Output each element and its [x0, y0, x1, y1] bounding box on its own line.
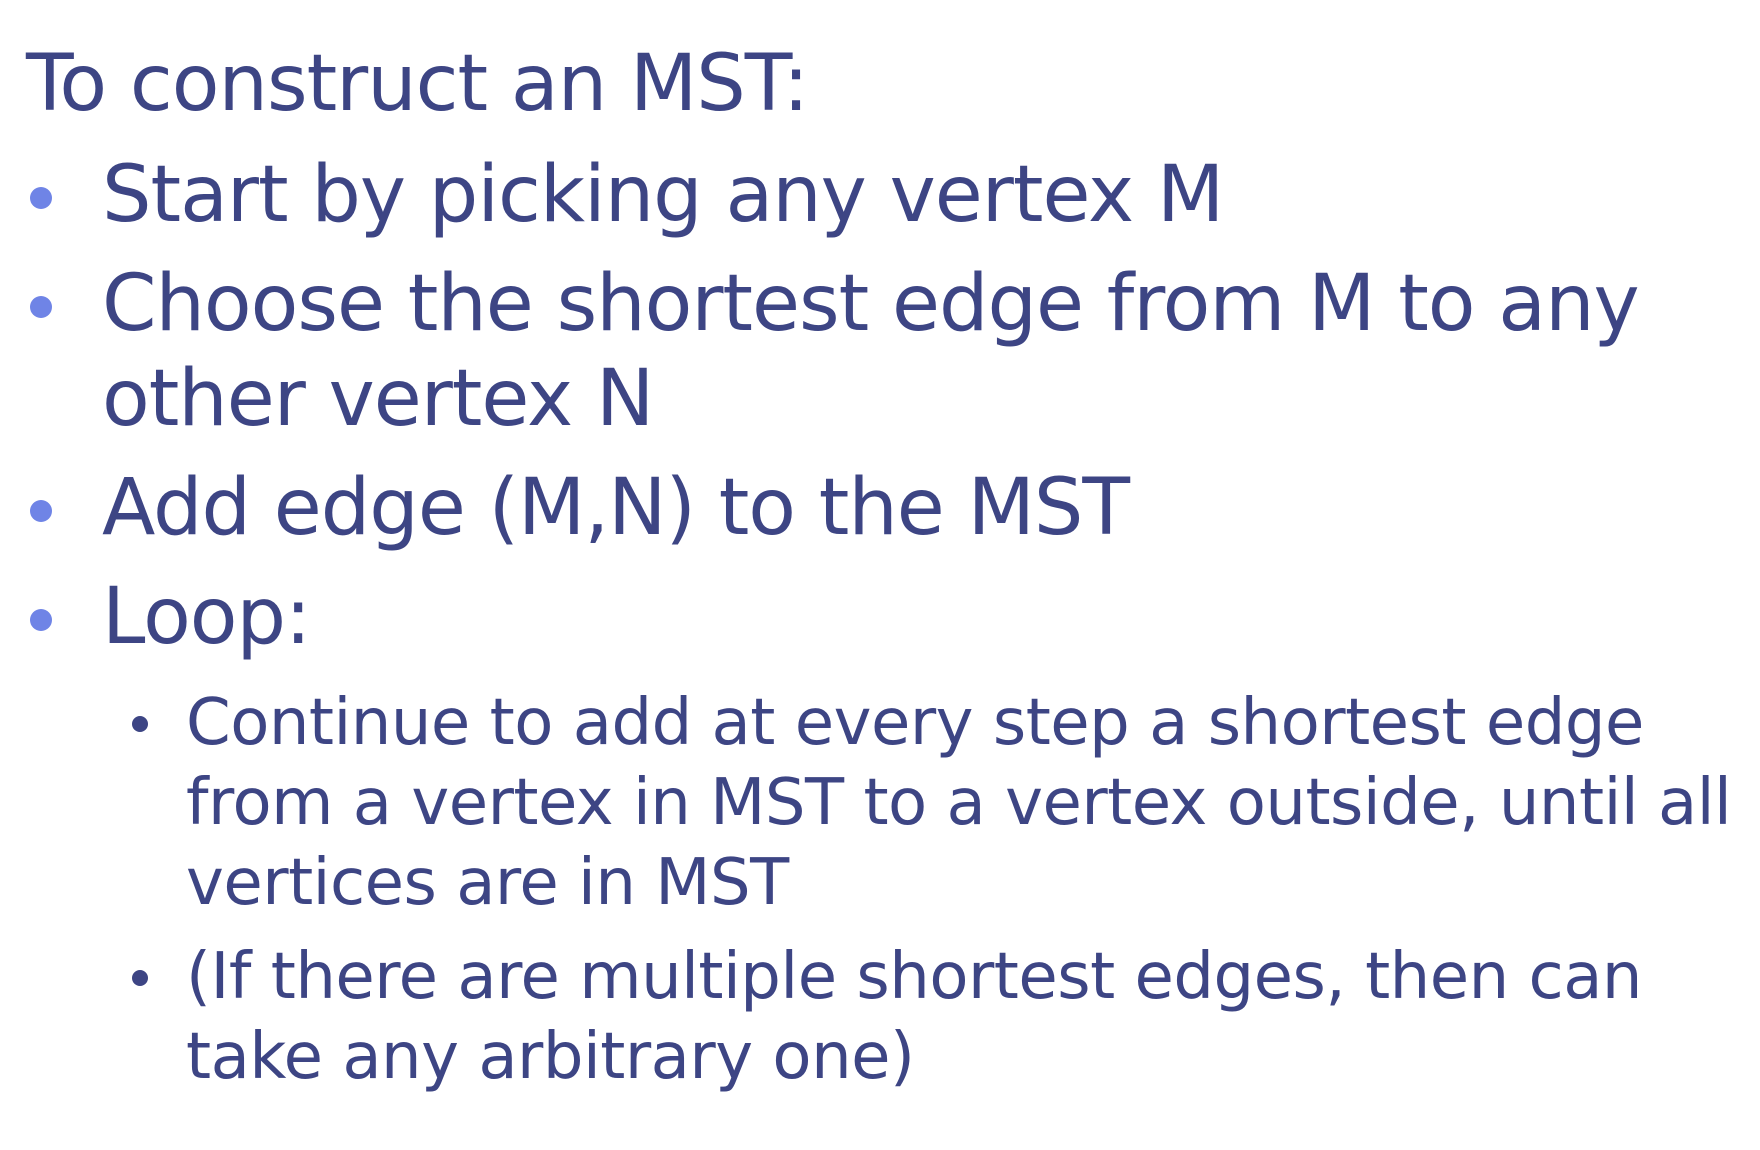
loop-sub-bullets: Continue to add at every step a shortest…: [26, 683, 1751, 1097]
bullet-dot-icon: [30, 187, 52, 209]
bullet-item-choose-edge: Choose the shortest edge from M to any o…: [26, 257, 1751, 447]
bullet-item-add-edge: Add edge (M,N) to the MST: [26, 461, 1751, 556]
sub-bullet-text: Continue to add at every step a shortest…: [186, 686, 1732, 920]
bullet-text: Loop:: [102, 572, 311, 662]
bullet-dot-icon: [30, 296, 52, 318]
slide-heading: To construct an MST:: [26, 39, 809, 129]
bullet-dot-icon: [30, 609, 52, 631]
sub-bullet-text: (If there are multiple shortest edges, t…: [186, 940, 1642, 1094]
bullet-text: Add edge (M,N) to the MST: [102, 463, 1130, 553]
bullet-dot-icon: [30, 500, 52, 522]
sub-bullet-item-multiple-edges: (If there are multiple shortest edges, t…: [26, 937, 1751, 1097]
sub-bullet-dot-icon: [132, 716, 148, 732]
bullet-text: Start by picking any vertex M: [102, 150, 1224, 240]
slide-body: To construct an MST: Start by picking an…: [26, 34, 1751, 1097]
bullet-item-loop: Loop:: [26, 570, 1751, 665]
sub-bullet-dot-icon: [132, 970, 148, 986]
bullet-item-start: Start by picking any vertex M: [26, 148, 1751, 243]
sub-bullet-item-continue: Continue to add at every step a shortest…: [26, 683, 1751, 923]
bullet-text: Choose the shortest edge from M to any o…: [102, 259, 1640, 444]
